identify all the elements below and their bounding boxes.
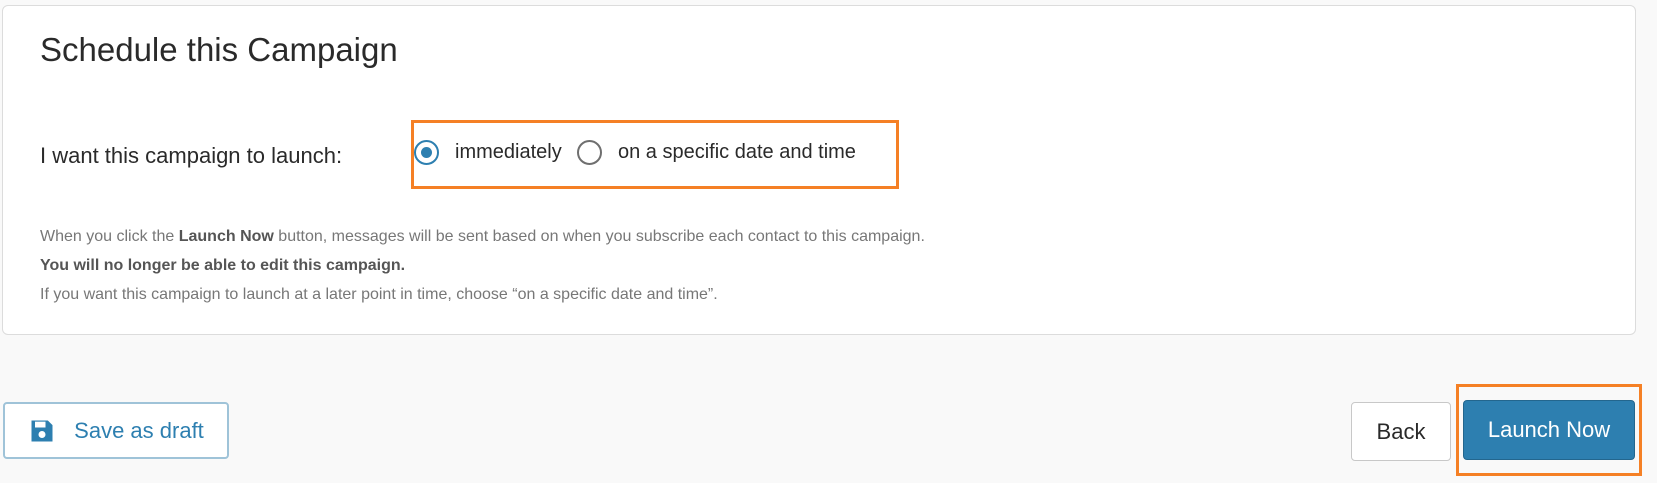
save-as-draft-label: Save as draft xyxy=(74,417,204,443)
radio-unselected-icon[interactable] xyxy=(577,140,602,165)
floppy-disk-icon xyxy=(31,420,53,441)
launch-help-text: When you click the Launch Now button, me… xyxy=(40,222,925,309)
radio-immediately-label: immediately xyxy=(455,141,562,163)
help-line-1: When you click the Launch Now button, me… xyxy=(40,228,925,245)
radio-selected-icon[interactable] xyxy=(414,140,439,165)
launch-now-button[interactable]: Launch Now xyxy=(1463,400,1635,460)
radio-specific-date-label: on a specific date and time xyxy=(618,141,856,163)
page-title: Schedule this Campaign xyxy=(40,31,398,68)
help-line-2: You will no longer be able to edit this … xyxy=(40,257,406,274)
schedule-card: Schedule this Campaign I want this campa… xyxy=(2,5,1636,335)
radio-immediately[interactable]: immediately xyxy=(414,140,562,165)
launch-question-label: I want this campaign to launch: xyxy=(40,143,343,168)
back-button[interactable]: Back xyxy=(1351,402,1451,461)
launch-timing-radio-group: immediately on a specific date and time xyxy=(411,120,899,189)
help-line-3: If you want this campaign to launch at a… xyxy=(40,286,718,303)
radio-specific-date[interactable]: on a specific date and time xyxy=(577,140,856,165)
save-as-draft-button[interactable]: Save as draft xyxy=(3,402,229,459)
